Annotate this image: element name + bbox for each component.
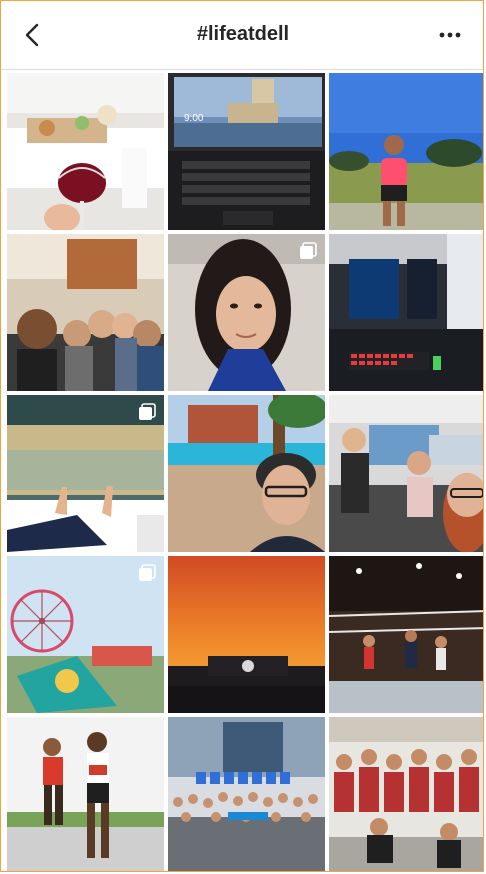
photo-group-selfie: [7, 234, 164, 391]
post-thumbnail-laptop[interactable]: 9:00: [168, 73, 325, 230]
more-horizontal-icon[interactable]: [435, 25, 465, 45]
screen-time-label: 9:00: [184, 113, 204, 124]
post-thumbnail-pool-feet[interactable]: [7, 395, 164, 552]
multi-photo-icon: [139, 403, 156, 420]
photo-grad-day: [168, 717, 325, 871]
photo-office-coworkers: [329, 395, 483, 552]
page-title: #lifeatdell: [196, 23, 290, 45]
photo-team-medals: [329, 717, 483, 871]
photo-laptop: [168, 73, 325, 230]
post-thumbnail-grad-day[interactable]: [168, 717, 325, 871]
photo-marathon: [7, 717, 164, 871]
post-thumbnail-man-selfie[interactable]: [168, 395, 325, 552]
photo-wine-table: [7, 73, 164, 230]
post-thumbnail-marathon[interactable]: [7, 717, 164, 871]
post-thumbnail-ferris-wheel[interactable]: [7, 556, 164, 713]
post-thumbnail-woman-selfie[interactable]: [168, 234, 325, 391]
post-thumbnail-volleyball[interactable]: [329, 556, 483, 713]
post-thumbnail-woman-sports[interactable]: [329, 73, 483, 230]
photo-sunset: [168, 556, 325, 713]
multi-photo-icon: [300, 242, 317, 259]
photo-gaming-setup: [329, 234, 483, 391]
post-thumbnail-gaming-setup[interactable]: [329, 234, 483, 391]
photo-volleyball: [329, 556, 483, 713]
post-thumbnail-wine-table[interactable]: [7, 73, 164, 230]
app-frame: #lifeatdell 9:00: [0, 0, 484, 872]
photo-woman-sports: [329, 73, 483, 230]
post-thumbnail-office-coworkers[interactable]: [329, 395, 483, 552]
post-thumbnail-sunset[interactable]: [168, 556, 325, 713]
multi-photo-icon: [139, 564, 156, 581]
top-bar: #lifeatdell: [1, 1, 483, 70]
post-thumbnail-team-medals[interactable]: [329, 717, 483, 871]
photo-man-selfie: [168, 395, 325, 552]
posts-grid: 9:00: [7, 73, 483, 871]
post-thumbnail-group-selfie[interactable]: [7, 234, 164, 391]
